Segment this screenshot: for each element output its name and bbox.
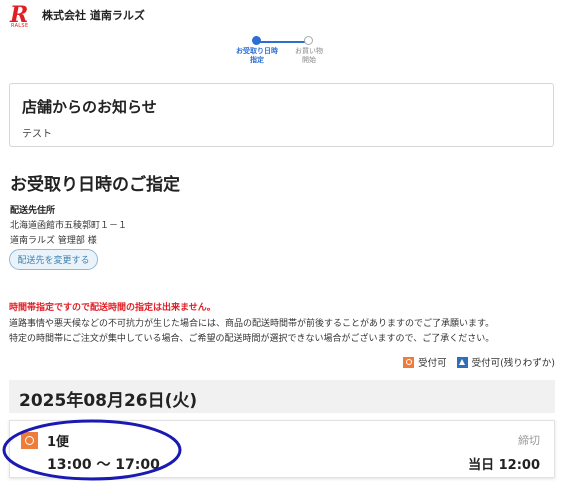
- time-slot-warning: 時間帯指定ですので配送時間の指定は出来ません。: [9, 303, 216, 313]
- logo-subtext: RALSE: [11, 23, 29, 29]
- step-2-indicator: [304, 36, 313, 45]
- legend-available: 受付可: [403, 355, 447, 369]
- delivery-disclaimer-1: 道路事情や悪天候などの不可抗力が生じた場合には、商品の配送時間帯が前後することが…: [9, 319, 495, 329]
- step-2-label-line2: 開始: [302, 56, 316, 64]
- company-name: 株式会社 道南ラルズ: [42, 9, 145, 22]
- delivery-disclaimer-2: 特定の時間帯にご注文が集中している場合、ご希望の配送時間が選択できない場合がござ…: [9, 334, 495, 344]
- legend-few-left: 受付可(残りわずか): [456, 355, 555, 369]
- address-line-1: 北海道函館市五稜郭町１－１: [10, 221, 128, 231]
- step-1-label: お受取り日時 指定: [235, 47, 279, 65]
- step-1-label-line1: お受取り日時: [236, 47, 278, 55]
- progress-stepper: お受取り日時 指定 お買い物 開始: [232, 35, 332, 69]
- cutoff-time: 当日 12:00: [468, 458, 540, 473]
- step-1-label-line2: 指定: [250, 56, 264, 64]
- site-header: R RALSE 株式会社 道南ラルズ: [10, 2, 145, 32]
- triangle-in-square-icon: [456, 356, 468, 368]
- page-title: お受取り日時のご指定: [10, 175, 180, 195]
- address-label: 配送先住所: [10, 206, 56, 216]
- legend-available-label: 受付可: [418, 358, 447, 369]
- store-notice-card: 店舗からのお知らせ テスト: [9, 83, 554, 147]
- time-slot-card[interactable]: 1便 13:00 ～ 17:00 締切 当日 12:00: [9, 420, 555, 478]
- stepper-connector: [257, 41, 307, 43]
- step-2-label: お買い物 開始: [287, 47, 331, 65]
- slot-name: 1便: [47, 435, 70, 450]
- notice-title: 店舗からのお知らせ: [22, 98, 157, 116]
- slot-time-range: 13:00 ～ 17:00: [47, 457, 160, 473]
- date-header: 2025年08月26日(火): [9, 380, 555, 413]
- circle-in-square-icon: [21, 432, 38, 449]
- notice-body: テスト: [22, 129, 52, 140]
- availability-legend: 受付可 受付可(残りわずか): [393, 355, 555, 369]
- step-2-label-line1: お買い物: [295, 47, 323, 55]
- change-address-button[interactable]: 配送先を変更する: [9, 249, 98, 270]
- circle-in-square-icon: [403, 356, 415, 368]
- step-1-indicator: [252, 36, 261, 45]
- address-line-2: 道南ラルズ 管理部 様: [10, 236, 97, 246]
- company-logo-icon[interactable]: R RALSE: [10, 2, 34, 31]
- cutoff-label: 締切: [518, 434, 540, 447]
- date-header-text: 2025年08月26日(火): [19, 391, 198, 411]
- legend-few-left-label: 受付可(残りわずか): [471, 358, 555, 369]
